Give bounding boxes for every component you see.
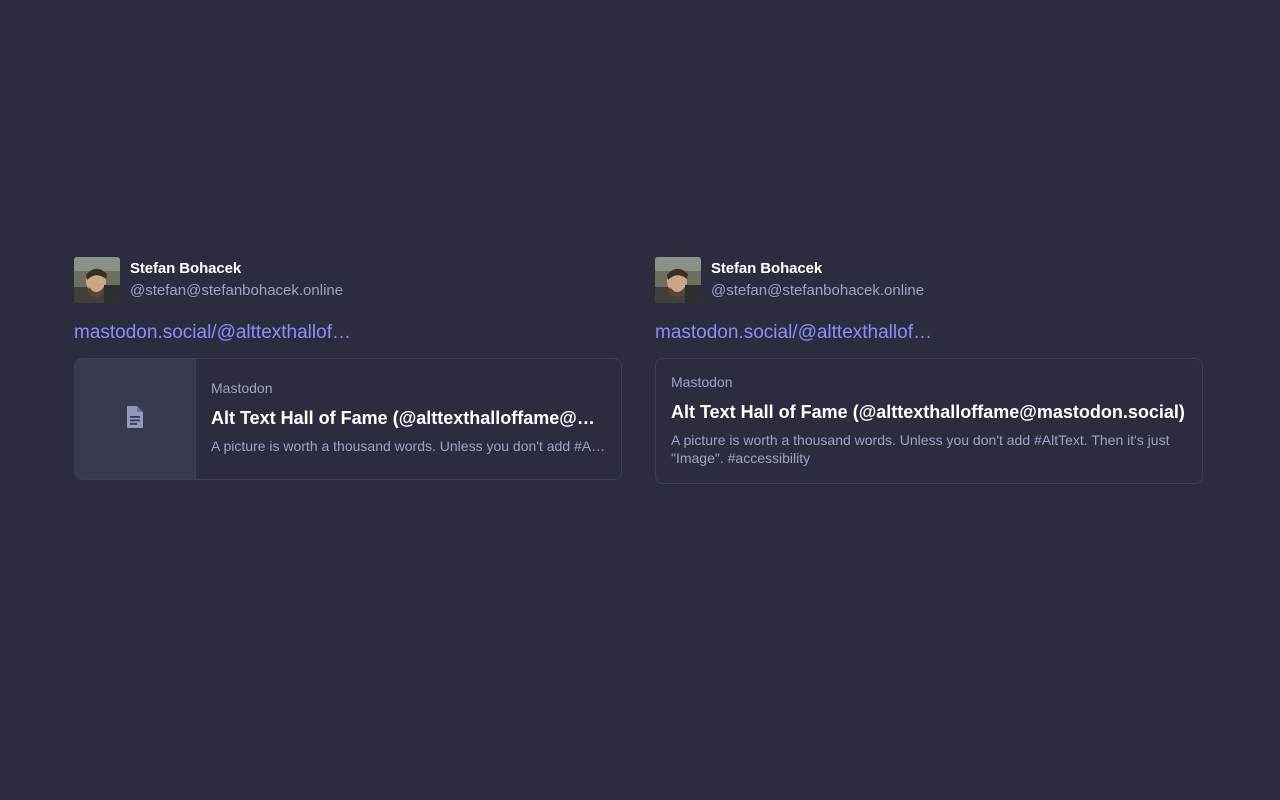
avatar[interactable]: [655, 257, 701, 303]
post-preview-full: Stefan Bohacek @stefan@stefanbohacek.onl…: [655, 257, 1203, 484]
display-name[interactable]: Stefan Bohacek: [711, 260, 924, 278]
post-preview-compact: Stefan Bohacek @stefan@stefanbohacek.onl…: [74, 257, 622, 480]
card-body: Mastodon Alt Text Hall of Fame (@alttext…: [196, 359, 621, 479]
card-thumbnail: [75, 359, 196, 479]
card-title: Alt Text Hall of Fame (@alttexthalloffam…: [671, 402, 1185, 422]
link-preview-card[interactable]: Mastodon Alt Text Hall of Fame (@alttext…: [655, 358, 1203, 484]
document-icon: [125, 405, 145, 434]
status-link[interactable]: mastodon.social/@alttexthallof…: [655, 322, 1203, 344]
card-provider: Mastodon: [211, 380, 273, 396]
avatar[interactable]: [74, 257, 120, 303]
display-name[interactable]: Stefan Bohacek: [130, 260, 343, 278]
card-description: A picture is worth a thousand words. Unl…: [211, 438, 606, 454]
page: Stefan Bohacek @stefan@stefanbohacek.onl…: [0, 0, 1280, 800]
account-handle[interactable]: @stefan@stefanbohacek.online: [711, 282, 924, 300]
link-preview-card[interactable]: Mastodon Alt Text Hall of Fame (@alttext…: [74, 358, 622, 480]
post-author: Stefan Bohacek @stefan@stefanbohacek.onl…: [655, 257, 1203, 303]
account-handle[interactable]: @stefan@stefanbohacek.online: [130, 282, 343, 300]
card-body: Mastodon Alt Text Hall of Fame (@alttext…: [656, 359, 1202, 483]
post-author: Stefan Bohacek @stefan@stefanbohacek.onl…: [74, 257, 622, 303]
card-description: A picture is worth a thousand words. Unl…: [671, 432, 1170, 466]
card-title: Alt Text Hall of Fame (@alttexthalloffam…: [211, 408, 606, 428]
card-provider: Mastodon: [671, 374, 733, 390]
status-link[interactable]: mastodon.social/@alttexthallof…: [74, 322, 622, 344]
